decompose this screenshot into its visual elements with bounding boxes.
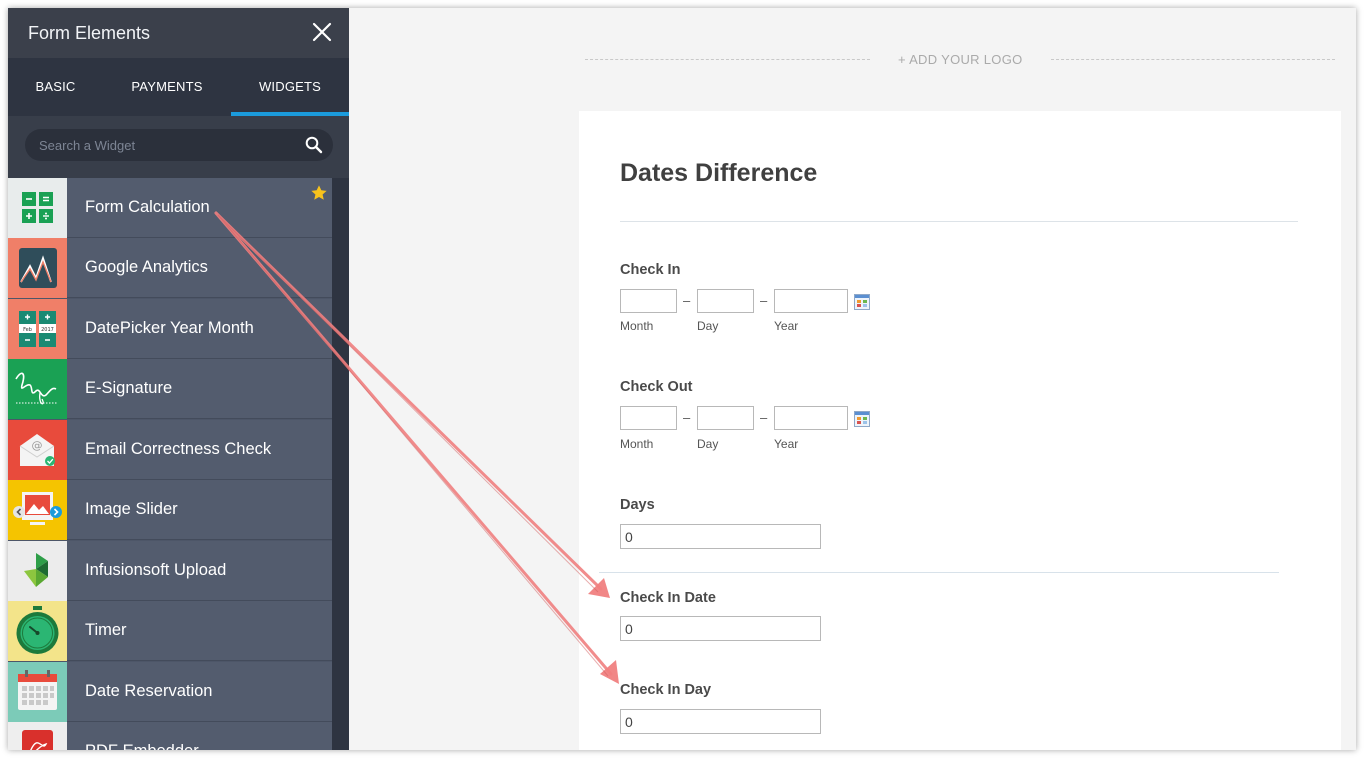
- widget-list: Form Calculation Google Analytics Feb 20…: [8, 178, 332, 750]
- title-divider: [620, 221, 1298, 222]
- analytics-chart-icon: [8, 238, 67, 298]
- year-sublabel: Year: [774, 319, 799, 333]
- date-separator: –: [683, 293, 691, 308]
- widget-item-label: Date Reservation: [85, 682, 213, 700]
- sidebar-header: Form Elements: [8, 8, 349, 58]
- widget-item-label: E-Signature: [85, 379, 173, 397]
- sidebar-scrollbar[interactable]: [332, 178, 349, 750]
- widget-item-label: Google Analytics: [85, 258, 208, 276]
- tab-widgets[interactable]: WIDGETS: [231, 58, 349, 116]
- widget-item-label: Infusionsoft Upload: [85, 561, 227, 579]
- infusionsoft-icon: [8, 541, 67, 601]
- widget-item-infusionsoft-upload[interactable]: Infusionsoft Upload: [8, 541, 332, 601]
- form-title[interactable]: Dates Difference: [620, 159, 817, 188]
- days-input[interactable]: [620, 524, 821, 549]
- date-separator: –: [760, 410, 768, 425]
- days-label: Days: [620, 497, 655, 513]
- search-box: [25, 129, 333, 161]
- calendar-picker-icon[interactable]: [854, 294, 870, 310]
- stopwatch-icon: [8, 601, 67, 661]
- widget-item-label: Form Calculation: [85, 198, 210, 216]
- widget-item-form-calculation[interactable]: Form Calculation: [8, 178, 332, 238]
- form-builder-canvas: + ADD YOUR LOGO Dates Difference Check I…: [349, 8, 1356, 750]
- add-logo-link[interactable]: + ADD YOUR LOGO: [898, 52, 1023, 67]
- calculator-icon: [8, 178, 67, 238]
- widget-item-google-analytics[interactable]: Google Analytics: [8, 238, 332, 298]
- widget-item-label: DatePicker Year Month: [85, 319, 254, 337]
- widget-item-label: Email Correctness Check: [85, 440, 272, 458]
- day-sublabel: Day: [697, 437, 719, 451]
- image-slider-icon: [8, 480, 67, 540]
- check-in-day-input[interactable]: [697, 289, 754, 313]
- widget-item-datepicker-year-month[interactable]: Feb 2017 DatePicker Year Month: [8, 299, 332, 359]
- date-separator: –: [683, 410, 691, 425]
- date-separator: –: [760, 293, 768, 308]
- calendar-icon: [8, 662, 67, 722]
- widget-item-email-correctness-check[interactable]: @ Email Correctness Check: [8, 420, 332, 480]
- widget-item-e-signature[interactable]: E-Signature: [8, 359, 332, 419]
- day-sublabel: Day: [697, 319, 719, 333]
- email-check-icon: @: [8, 420, 67, 480]
- form-card: Dates Difference Check In – – Month Day …: [579, 111, 1341, 750]
- check-in-date-input[interactable]: [620, 616, 821, 641]
- widget-item-image-slider[interactable]: Image Slider: [8, 480, 332, 540]
- pdf-icon: [8, 722, 67, 750]
- logo-divider-right: [1051, 59, 1335, 60]
- svg-text:2017: 2017: [41, 327, 54, 333]
- sidebar-title: Form Elements: [28, 23, 151, 43]
- month-sublabel: Month: [620, 319, 654, 333]
- tab-basic[interactable]: BASIC: [8, 58, 103, 116]
- check-in-label: Check In: [620, 262, 681, 278]
- widget-item-label: Timer: [85, 621, 127, 639]
- widget-item-label: Image Slider: [85, 500, 178, 518]
- tab-payments[interactable]: PAYMENTS: [115, 58, 219, 116]
- search-icon[interactable]: [305, 136, 323, 154]
- check-out-label: Check Out: [620, 379, 693, 395]
- widget-search-bar: [8, 116, 349, 178]
- close-icon[interactable]: [310, 20, 334, 44]
- widget-item-pdf-embedder[interactable]: PDF Embedder: [8, 722, 332, 750]
- logo-row: + ADD YOUR LOGO: [585, 50, 1335, 70]
- check-in-day-label: Check In Day: [620, 682, 712, 698]
- widget-item-date-reservation[interactable]: Date Reservation: [8, 662, 332, 722]
- calendar-picker-icon[interactable]: [854, 411, 870, 427]
- check-in-month-input[interactable]: [620, 289, 677, 313]
- section-divider: [599, 572, 1279, 573]
- check-in-day-input[interactable]: [620, 709, 821, 734]
- star-icon[interactable]: [310, 184, 328, 202]
- datepicker-icon: Feb 2017: [8, 299, 67, 359]
- form-elements-sidebar: Form Elements BASIC PAYMENTS WIDGETS Sea…: [8, 8, 349, 750]
- app-window: Form Elements BASIC PAYMENTS WIDGETS Sea…: [8, 8, 1356, 750]
- signature-icon: [8, 359, 67, 419]
- logo-divider-left: [585, 59, 870, 60]
- check-in-date-label: Check In Date: [620, 590, 716, 606]
- month-sublabel: Month: [620, 437, 654, 451]
- check-in-year-input[interactable]: [774, 289, 848, 313]
- year-sublabel: Year: [774, 437, 799, 451]
- widget-item-label: PDF Embedder: [85, 742, 199, 750]
- search-input[interactable]: [39, 129, 289, 161]
- widget-item-timer[interactable]: Timer: [8, 601, 332, 661]
- svg-text:@: @: [32, 439, 43, 452]
- svg-text:Feb: Feb: [23, 327, 32, 333]
- check-out-day-input[interactable]: [697, 406, 754, 430]
- check-out-year-input[interactable]: [774, 406, 848, 430]
- check-out-month-input[interactable]: [620, 406, 677, 430]
- sidebar-tabs: BASIC PAYMENTS WIDGETS: [8, 58, 349, 116]
